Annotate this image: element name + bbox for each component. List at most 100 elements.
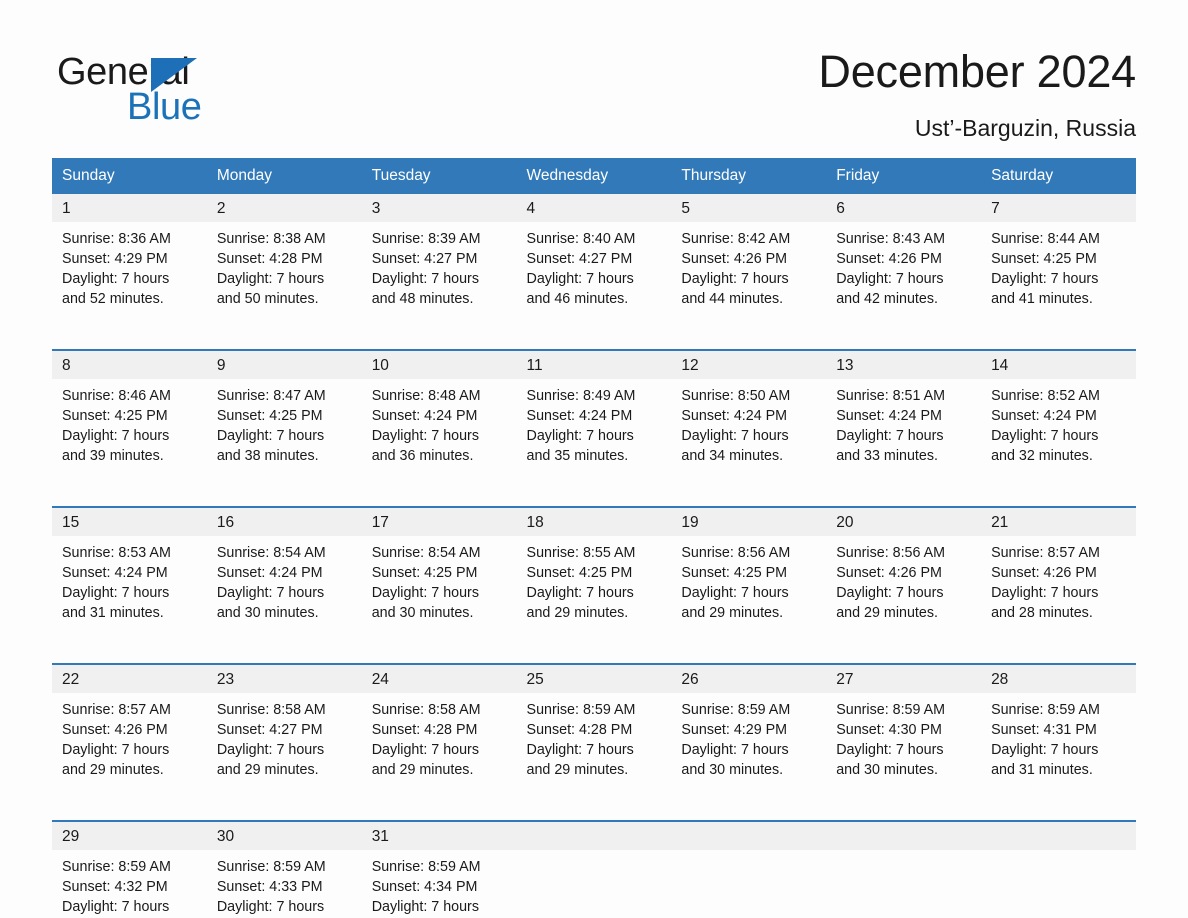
daylight-text: Daylight: 7 hours xyxy=(216,428,325,444)
daylight-text-cont: and 38 minutes. xyxy=(216,448,319,464)
daylight-text: Daylight: 7 hours xyxy=(681,428,789,444)
general-blue-logo[interactable]: General Blue xyxy=(57,52,267,127)
day-number[interactable]: 29 xyxy=(52,822,207,850)
sunset-text: Sunset: 4:28 PM xyxy=(371,722,478,738)
day-number-empty xyxy=(517,822,672,850)
daylight-text: Daylight: 7 hours xyxy=(836,742,944,758)
sunset-text: Sunset: 4:29 PM xyxy=(681,722,788,738)
day-number[interactable]: 13 xyxy=(826,351,981,379)
sunset-text: Sunset: 4:29 PM xyxy=(62,251,168,267)
daylight-text-cont: and 29 minutes. xyxy=(526,762,629,778)
daylight-text: Daylight: 7 hours xyxy=(216,899,325,915)
calendar-week-row: 8 9 10 11 12 13 14 Sunrise: 8:46 AM Sunset: 4:25… xyxy=(52,330,1136,487)
day-number[interactable]: 11 xyxy=(517,351,672,379)
day-number[interactable]: 15 xyxy=(52,508,207,536)
daylight-text-cont: and 52 minutes. xyxy=(62,291,164,307)
day-cell[interactable]: Sunrise: 8:40 AM Sunset: 4:27 PM Daylight:… xyxy=(517,222,672,330)
day-number[interactable]: 28 xyxy=(981,665,1136,693)
day-cell-empty xyxy=(981,850,1136,918)
day-cell[interactable]: Sunrise: 8:38 AM Sunset: 4:28 PM Daylight:… xyxy=(207,222,362,330)
day-cell[interactable]: Sunrise: 8:59 AM Sunset: 4:28 PM Daylight:… xyxy=(517,693,672,801)
day-cell[interactable]: Sunrise: 8:54 AM Sunset: 4:24 PM Daylight:… xyxy=(207,536,362,644)
day-number[interactable]: 8 xyxy=(52,351,207,379)
day-cell[interactable]: Sunrise: 8:57 AM Sunset: 4:26 PM Daylight:… xyxy=(981,536,1136,644)
day-cell[interactable]: Sunrise: 8:46 AM Sunset: 4:25 PM Daylight:… xyxy=(52,379,207,487)
sunrise-text: Sunrise: 8:56 AM xyxy=(836,545,946,561)
day-number[interactable]: 7 xyxy=(981,194,1136,222)
sunrise-text: Sunrise: 8:43 AM xyxy=(836,231,946,247)
week-date-band: 15 16 17 18 19 20 21 xyxy=(52,506,1136,536)
day-number[interactable]: 18 xyxy=(517,508,672,536)
day-cell[interactable]: Sunrise: 8:57 AM Sunset: 4:26 PM Daylight:… xyxy=(52,693,207,801)
day-number[interactable]: 10 xyxy=(362,351,517,379)
day-number[interactable]: 17 xyxy=(362,508,517,536)
day-cell[interactable]: Sunrise: 8:59 AM Sunset: 4:30 PM Daylight:… xyxy=(826,693,981,801)
day-cell[interactable]: Sunrise: 8:36 AM Sunset: 4:29 PM Daylight:… xyxy=(52,222,207,330)
day-number[interactable]: 14 xyxy=(981,351,1136,379)
day-number[interactable]: 12 xyxy=(671,351,826,379)
sunrise-text: Sunrise: 8:59 AM xyxy=(526,702,636,718)
day-number[interactable]: 23 xyxy=(207,665,362,693)
day-number[interactable]: 31 xyxy=(362,822,517,850)
day-cell[interactable]: Sunrise: 8:44 AM Sunset: 4:25 PM Daylight:… xyxy=(981,222,1136,330)
day-cell[interactable]: Sunrise: 8:58 AM Sunset: 4:27 PM Daylight:… xyxy=(207,693,362,801)
daylight-text-cont: and 35 minutes. xyxy=(526,448,629,464)
sunset-text: Sunset: 4:26 PM xyxy=(991,565,1097,581)
sunset-text: Sunset: 4:27 PM xyxy=(371,251,478,267)
sunrise-text: Sunrise: 8:46 AM xyxy=(62,388,171,404)
day-cell[interactable]: Sunrise: 8:55 AM Sunset: 4:25 PM Daylight:… xyxy=(517,536,672,644)
sunset-text: Sunset: 4:28 PM xyxy=(216,251,323,267)
day-cell[interactable]: Sunrise: 8:53 AM Sunset: 4:24 PM Daylight:… xyxy=(52,536,207,644)
day-number[interactable]: 6 xyxy=(826,194,981,222)
day-cell[interactable]: Sunrise: 8:48 AM Sunset: 4:24 PM Daylight:… xyxy=(362,379,517,487)
day-cell[interactable]: Sunrise: 8:39 AM Sunset: 4:27 PM Daylight:… xyxy=(362,222,517,330)
sunrise-text: Sunrise: 8:53 AM xyxy=(62,545,171,561)
daylight-text-cont: and 50 minutes. xyxy=(216,291,319,307)
day-cell[interactable]: Sunrise: 8:42 AM Sunset: 4:26 PM Daylight:… xyxy=(671,222,826,330)
day-cell-empty xyxy=(517,850,672,918)
day-number[interactable]: 24 xyxy=(362,665,517,693)
day-number[interactable]: 9 xyxy=(207,351,362,379)
week-spacer xyxy=(52,487,1136,506)
sunset-text: Sunset: 4:24 PM xyxy=(62,565,168,581)
sunrise-text: Sunrise: 8:57 AM xyxy=(62,702,171,718)
day-cell[interactable]: Sunrise: 8:59 AM Sunset: 4:32 PM Daylight:… xyxy=(52,850,207,918)
day-cell[interactable]: Sunrise: 8:49 AM Sunset: 4:24 PM Daylight:… xyxy=(517,379,672,487)
day-cell[interactable]: Sunrise: 8:56 AM Sunset: 4:26 PM Daylight:… xyxy=(826,536,981,644)
day-number[interactable]: 27 xyxy=(826,665,981,693)
page-subtitle-location: Ust’-Barguzin, Russia xyxy=(914,115,1136,141)
day-number[interactable]: 26 xyxy=(671,665,826,693)
daylight-text: Daylight: 7 hours xyxy=(991,271,1099,287)
day-number[interactable]: 30 xyxy=(207,822,362,850)
week-date-band: 29 30 31 xyxy=(52,820,1136,850)
day-cell[interactable]: Sunrise: 8:59 AM Sunset: 4:29 PM Daylight:… xyxy=(671,693,826,801)
daylight-text: Daylight: 7 hours xyxy=(836,271,944,287)
day-number[interactable]: 25 xyxy=(517,665,672,693)
sunset-text: Sunset: 4:27 PM xyxy=(216,722,323,738)
day-cell[interactable]: Sunrise: 8:50 AM Sunset: 4:24 PM Daylight:… xyxy=(671,379,826,487)
day-cell[interactable]: Sunrise: 8:52 AM Sunset: 4:24 PM Daylight:… xyxy=(981,379,1136,487)
day-cell[interactable]: Sunrise: 8:43 AM Sunset: 4:26 PM Daylight:… xyxy=(826,222,981,330)
daylight-text: Daylight: 7 hours xyxy=(526,428,634,444)
day-cell[interactable]: Sunrise: 8:59 AM Sunset: 4:33 PM Daylight:… xyxy=(207,850,362,918)
day-cell[interactable]: Sunrise: 8:59 AM Sunset: 4:34 PM Daylight:… xyxy=(362,850,517,918)
day-number[interactable]: 5 xyxy=(671,194,826,222)
day-cell[interactable]: Sunrise: 8:58 AM Sunset: 4:28 PM Daylight:… xyxy=(362,693,517,801)
day-number[interactable]: 3 xyxy=(362,194,517,222)
day-number[interactable]: 21 xyxy=(981,508,1136,536)
day-number[interactable]: 1 xyxy=(52,194,207,222)
day-number[interactable]: 22 xyxy=(52,665,207,693)
day-cell[interactable]: Sunrise: 8:56 AM Sunset: 4:25 PM Daylight:… xyxy=(671,536,826,644)
week-date-band: 8 9 10 11 12 13 14 xyxy=(52,349,1136,379)
day-number[interactable]: 19 xyxy=(671,508,826,536)
day-number[interactable]: 2 xyxy=(207,194,362,222)
day-number[interactable]: 4 xyxy=(517,194,672,222)
day-cell[interactable]: Sunrise: 8:47 AM Sunset: 4:25 PM Daylight:… xyxy=(207,379,362,487)
sunset-text: Sunset: 4:32 PM xyxy=(62,879,168,895)
day-number[interactable]: 20 xyxy=(826,508,981,536)
day-cell[interactable]: Sunrise: 8:59 AM Sunset: 4:31 PM Daylight:… xyxy=(981,693,1136,801)
sunrise-text: Sunrise: 8:44 AM xyxy=(991,231,1100,247)
day-cell[interactable]: Sunrise: 8:54 AM Sunset: 4:25 PM Daylight:… xyxy=(362,536,517,644)
day-number[interactable]: 16 xyxy=(207,508,362,536)
day-cell[interactable]: Sunrise: 8:51 AM Sunset: 4:24 PM Daylight:… xyxy=(826,379,981,487)
